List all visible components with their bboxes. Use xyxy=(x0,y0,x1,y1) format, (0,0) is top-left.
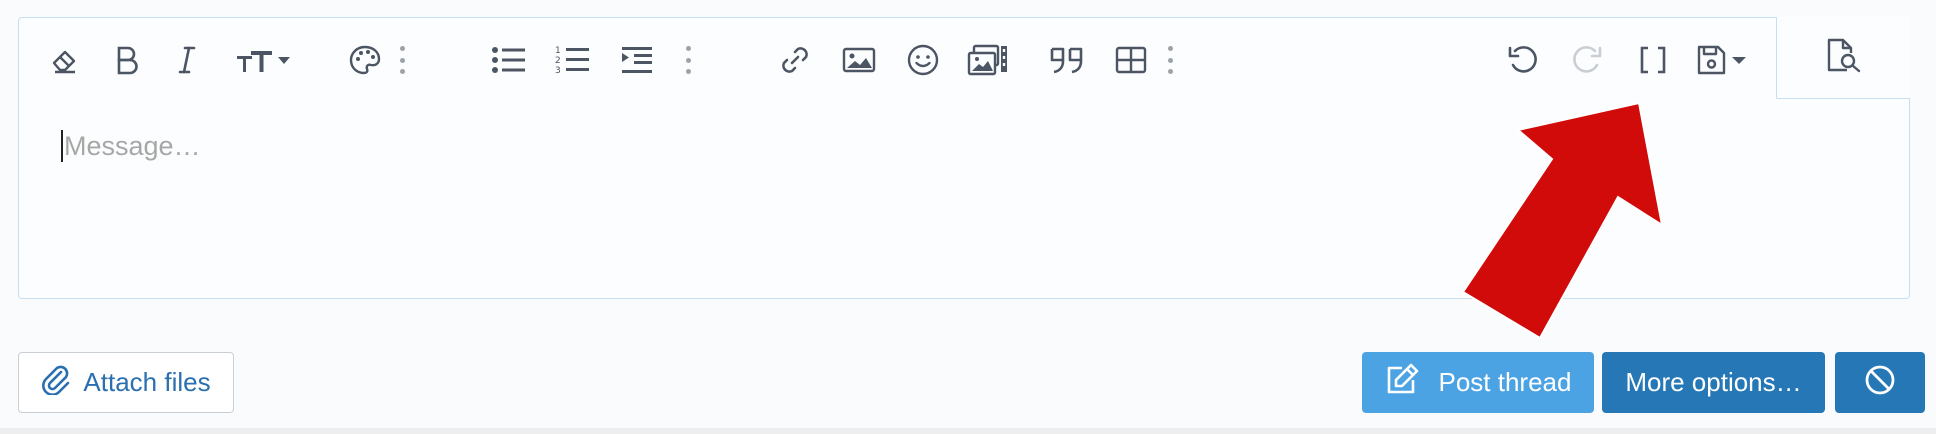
palette-icon[interactable] xyxy=(345,40,385,80)
table-icon[interactable] xyxy=(1113,40,1149,80)
svg-text:2: 2 xyxy=(555,56,561,66)
numbered-list-icon[interactable]: 1 2 3 xyxy=(553,40,593,80)
text-caret xyxy=(61,130,63,162)
svg-text:3: 3 xyxy=(555,66,561,76)
redo-icon[interactable] xyxy=(1567,40,1607,80)
cancel-circle-icon xyxy=(1863,363,1897,402)
message-input[interactable]: Message… xyxy=(61,126,201,166)
more-options-label: More options… xyxy=(1625,367,1802,397)
image-icon[interactable] xyxy=(839,40,879,80)
editor-toolbar: 1 2 3 xyxy=(19,18,1891,100)
more-options-button[interactable]: More options… xyxy=(1602,352,1825,413)
message-editor[interactable]: 1 2 3 Message… xyxy=(18,17,1910,299)
message-placeholder: Message… xyxy=(64,130,201,161)
cancel-button[interactable] xyxy=(1835,352,1925,413)
save-draft-icon[interactable] xyxy=(1695,40,1755,80)
page-bottom-edge xyxy=(0,428,1936,434)
media-gallery-icon[interactable] xyxy=(963,40,1013,80)
emoji-icon[interactable] xyxy=(903,40,943,80)
link-icon[interactable] xyxy=(775,40,815,80)
edit-icon xyxy=(1385,362,1421,403)
paperclip-icon xyxy=(41,363,71,402)
eraser-icon[interactable] xyxy=(47,40,83,80)
more-dots-icon[interactable] xyxy=(1167,46,1173,74)
page: 1 2 3 Message… Attach files Post thread … xyxy=(0,0,1936,434)
attach-files-button[interactable]: Attach files xyxy=(18,352,234,413)
more-dots-icon[interactable] xyxy=(399,46,405,74)
text-size-icon[interactable] xyxy=(233,40,293,80)
bold-icon[interactable] xyxy=(109,40,145,80)
bullet-list-icon[interactable] xyxy=(489,40,529,80)
undo-icon[interactable] xyxy=(1503,40,1543,80)
indent-icon[interactable] xyxy=(617,40,657,80)
quote-icon[interactable] xyxy=(1047,40,1087,80)
bbcode-brackets-icon[interactable] xyxy=(1635,40,1671,80)
post-thread-button[interactable]: Post thread xyxy=(1362,352,1594,413)
attach-files-label: Attach files xyxy=(83,367,211,397)
more-dots-icon[interactable] xyxy=(685,46,691,74)
italic-icon[interactable] xyxy=(169,40,205,80)
preview-button[interactable] xyxy=(1776,17,1910,99)
preview-icon xyxy=(1825,37,1863,78)
svg-text:1: 1 xyxy=(555,46,561,56)
post-thread-label: Post thread xyxy=(1438,367,1572,397)
